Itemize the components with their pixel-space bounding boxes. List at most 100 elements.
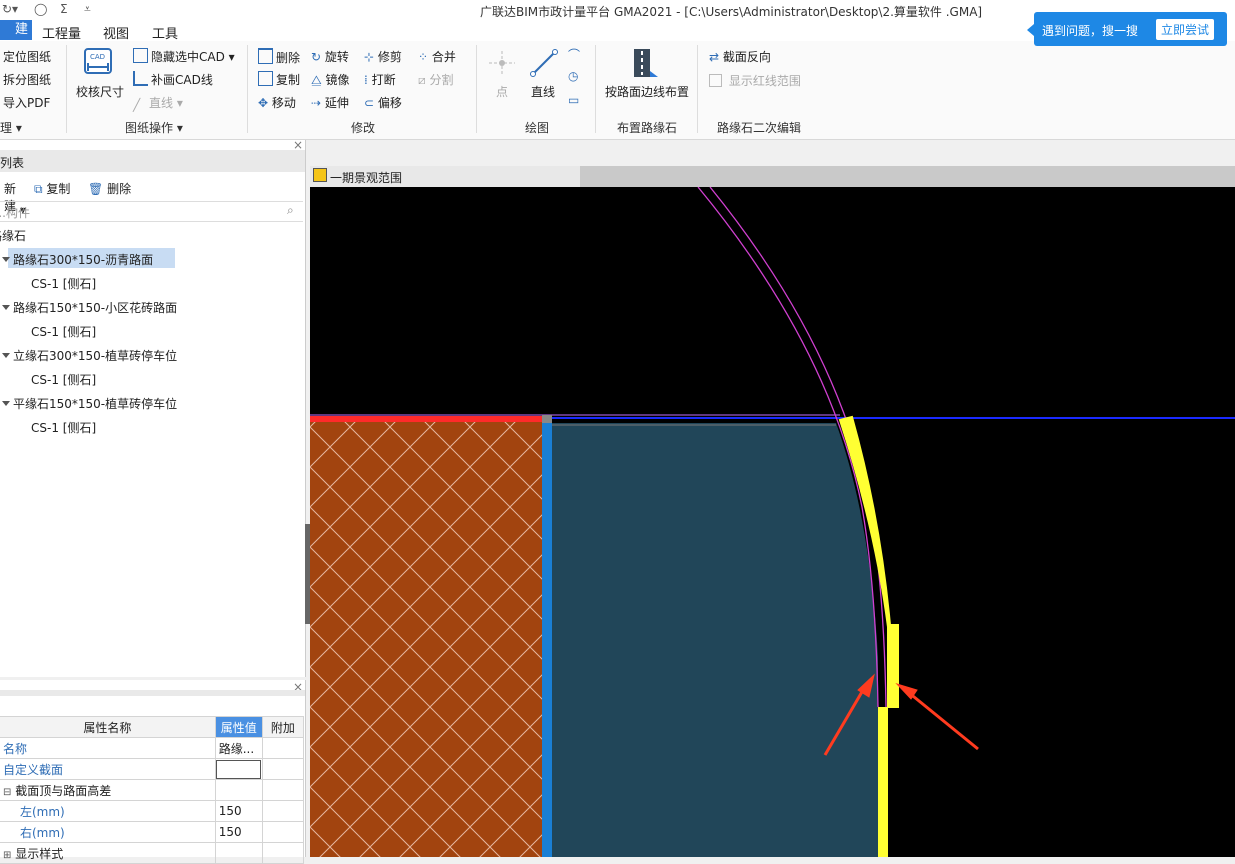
delete-button[interactable]: 删除 (258, 48, 300, 66)
move-button[interactable]: ✥ 移动 (258, 94, 296, 111)
cad-drawing[interactable] (310, 186, 1235, 857)
split-drawing-button[interactable]: 拆分图纸 (3, 71, 51, 88)
arc-icon[interactable]: ⌒ (568, 46, 580, 63)
delete-component-button[interactable]: 🗑 删除 (88, 180, 131, 197)
tree-child[interactable]: CS-1 [侧石] (31, 323, 96, 340)
split-button[interactable]: ⧄ 分割 (418, 71, 453, 88)
prop-extra[interactable] (261, 737, 305, 759)
prop-value[interactable] (214, 779, 263, 801)
menu-tab-quantity[interactable]: 工程量 (42, 23, 81, 42)
tree-child[interactable]: CS-1 [侧石] (31, 371, 96, 388)
prop-value[interactable]: 路缘... (214, 737, 263, 759)
paving-hatch-area (310, 422, 542, 857)
line-button[interactable]: ╱ 直线 ▾ (133, 94, 183, 112)
locate-drawing-button[interactable]: 定位图纸 (3, 48, 51, 65)
line-draw-icon[interactable] (529, 48, 559, 78)
search-field[interactable]: 构件... ⌕ (0, 201, 303, 222)
tree-child[interactable]: CS-1 [侧石] (31, 419, 96, 436)
break-button[interactable]: ⁞ 打断 (364, 71, 396, 88)
prop-extra[interactable] (261, 758, 305, 780)
search-icon[interactable]: ⌕ (287, 203, 294, 218)
draw-label: 绘图 (525, 121, 550, 135)
copy-component-button[interactable]: ⧉ 复制 (34, 180, 70, 197)
menu-tab-tools[interactable]: 工具 (152, 23, 178, 42)
trim-button[interactable]: ⊹ 修剪 (364, 48, 402, 65)
redo-icon[interactable]: ↻▾ (2, 2, 18, 16)
tree-item[interactable]: 路缘石150*150-小区花砖路面 (2, 299, 177, 316)
rotate-button[interactable]: ↻ 旋转 (311, 48, 349, 65)
customize-toolbar-icon[interactable]: ⩡ (84, 2, 91, 17)
table-row[interactable]: ⊟ 截面顶与路面高差 (0, 779, 305, 801)
try-now-button[interactable]: 立即尝试 (1156, 19, 1215, 40)
prop-extra[interactable] (261, 779, 305, 801)
copy-button[interactable]: 复制 (258, 71, 300, 88)
point-icon[interactable] (487, 49, 517, 77)
mirror-button[interactable]: ⧋ 镜像 (311, 71, 350, 88)
extend-button[interactable]: ⇢ 延伸 (311, 94, 349, 111)
separator (247, 45, 248, 133)
drawing-ops-label[interactable]: 图纸操作 ▾ (125, 119, 183, 136)
prop-value[interactable]: 150 (214, 821, 263, 843)
panel-title: 列表 (0, 156, 25, 170)
collapse-icon (2, 401, 10, 406)
point-button[interactable]: 点 (496, 83, 508, 100)
menu-tab-view[interactable]: 视图 (103, 23, 129, 42)
tree-item[interactable]: 路缘石300*150-沥青路面 (2, 251, 153, 268)
mirror-icon: ⧋ (311, 73, 322, 87)
table-row[interactable]: 名称 路缘... (0, 737, 305, 759)
col-header-value: 属性值 (214, 716, 263, 738)
layout-by-edge-button[interactable]: 按路面边线布置 (605, 83, 689, 100)
panel-header: 列表 (0, 150, 305, 172)
show-red-range-checkbox[interactable]: 显示红线范围 (709, 72, 801, 89)
prop-extra[interactable] (261, 800, 305, 822)
yellow-curb-lower (878, 707, 888, 857)
prop-extra[interactable] (261, 842, 305, 864)
tree-root[interactable]: 路缘石 (0, 227, 26, 247)
popup-pointer (1027, 24, 1034, 36)
menu-tab-build[interactable]: 建模 (0, 20, 32, 57)
globe-icon[interactable]: ◯ (34, 2, 47, 16)
tree-item[interactable]: 平缘石150*150-植草砖停车位 (2, 395, 177, 412)
hide-cad-button[interactable]: 隐藏选中CAD ▾ (133, 48, 235, 65)
tree-child[interactable]: CS-1 [侧石] (31, 275, 96, 292)
reverse-section-button[interactable]: ⇄ 截面反向 (709, 48, 771, 65)
prop-extra[interactable] (261, 821, 305, 843)
sum-icon[interactable]: Σ (60, 2, 68, 16)
add-cad-line-button[interactable]: 补画CAD线 (133, 71, 213, 88)
line-icon: ╱ (133, 98, 141, 112)
prop-value[interactable] (214, 842, 263, 864)
table-row[interactable]: 自定义截面 (0, 758, 305, 780)
checkbox-icon (709, 74, 722, 87)
prop-group[interactable]: ⊞ 显示样式 (0, 842, 216, 864)
circle-icon[interactable]: ◷ (568, 69, 578, 83)
table-row[interactable]: ⊞ 显示样式 (0, 842, 305, 864)
extend-icon: ⇢ (311, 96, 322, 110)
prop-value[interactable] (214, 758, 263, 780)
merge-button[interactable]: ⁘ 合并 (418, 48, 456, 65)
reverse-icon: ⇄ (709, 50, 720, 64)
cad-ruler-icon[interactable]: CAD (82, 47, 116, 77)
drawing-canvas[interactable] (310, 186, 1235, 857)
prop-name: 名称 (0, 737, 216, 759)
document-tab-label: 一期景观范围 (330, 171, 403, 185)
prop-group[interactable]: ⊟ 截面顶与路面高差 (0, 779, 216, 801)
curb-edit-label: 路缘石二次编辑 (717, 121, 802, 135)
table-header: 属性名称 属性值 附加 (0, 716, 305, 738)
search-placeholder: 构件... (0, 206, 30, 220)
check-size-button[interactable]: 校核尺寸 (76, 83, 124, 100)
rectangle-icon[interactable]: ▭ (568, 93, 579, 107)
line-draw-button[interactable]: 直线 (531, 83, 555, 100)
copy-icon: ⧉ (34, 182, 43, 196)
document-tab[interactable]: 一期景观范围 (310, 166, 581, 187)
trash-icon: 🗑 (88, 182, 104, 196)
drawing-icon (313, 168, 327, 182)
road-edge-icon[interactable] (630, 47, 660, 79)
offset-button[interactable]: ⊂ 偏移 (364, 94, 402, 111)
table-row[interactable]: 左(mm) 150 (0, 800, 305, 822)
cad-group-label[interactable]: 理 ▾ (0, 119, 22, 136)
table-row[interactable]: 右(mm) 150 (0, 821, 305, 843)
prop-value[interactable]: 150 (214, 800, 263, 822)
import-pdf-button[interactable]: 导入PDF (3, 94, 50, 111)
tree-item[interactable]: 立缘石300*150-植草砖停车位 (2, 347, 177, 364)
curb-layout-label: 布置路缘石 (617, 121, 678, 135)
